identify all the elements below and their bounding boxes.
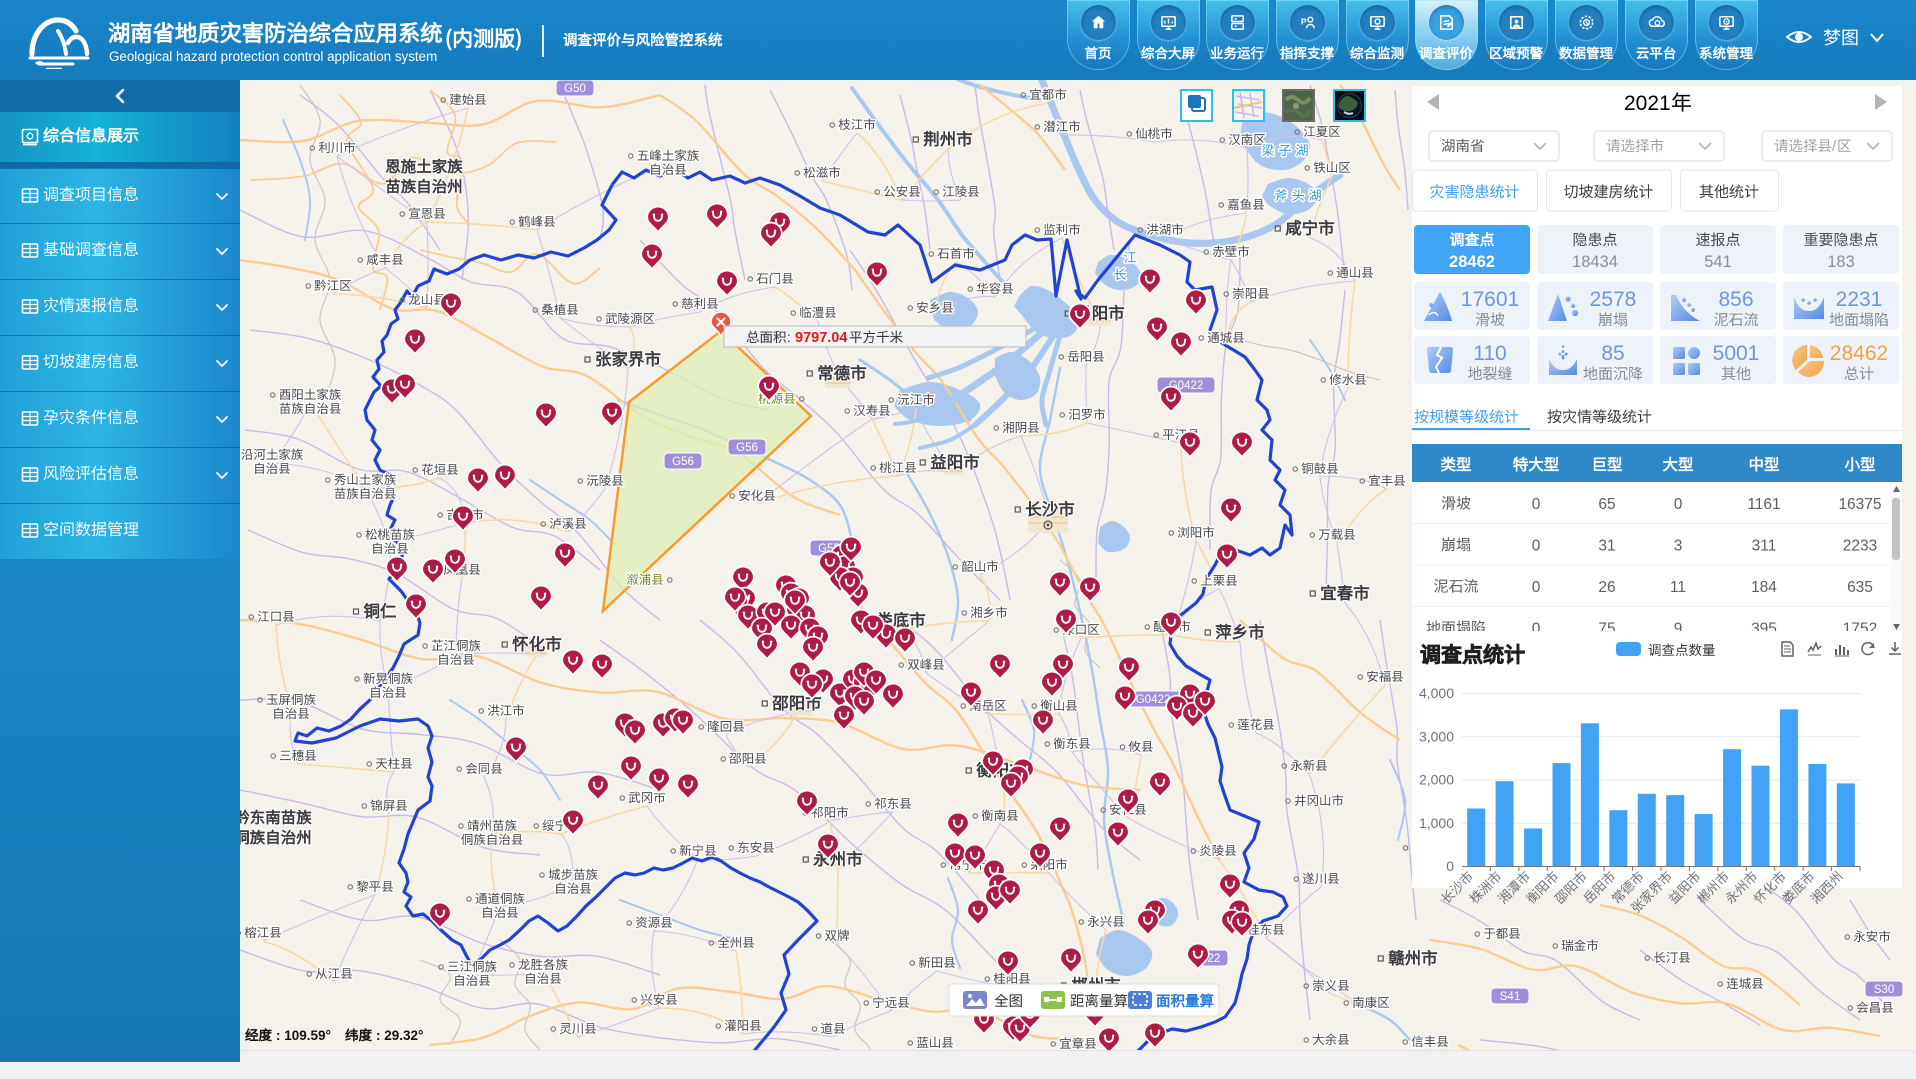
svg-text:P: P xyxy=(1301,16,1307,26)
svg-text:S30: S30 xyxy=(1874,984,1894,996)
svg-text:183: 183 xyxy=(1827,253,1855,271)
svg-text:110: 110 xyxy=(1473,342,1506,365)
svg-text:9797.04: 9797.04 xyxy=(795,330,847,346)
svg-text:2231: 2231 xyxy=(1836,288,1883,311)
svg-text:26: 26 xyxy=(1598,579,1615,596)
svg-text:184: 184 xyxy=(1751,579,1777,596)
svg-text:28462: 28462 xyxy=(1830,342,1888,365)
svg-text:311: 311 xyxy=(1752,538,1777,555)
svg-text:16375: 16375 xyxy=(1838,496,1881,513)
svg-text:18434: 18434 xyxy=(1572,253,1618,271)
svg-text:17601: 17601 xyxy=(1461,288,1519,311)
svg-text:0: 0 xyxy=(1446,858,1454,874)
svg-text:856: 856 xyxy=(1718,288,1753,311)
svg-text:5001: 5001 xyxy=(1713,342,1760,365)
svg-text:85: 85 xyxy=(1601,342,1624,365)
svg-text:G56: G56 xyxy=(736,442,758,454)
svg-text:G56: G56 xyxy=(672,456,694,468)
svg-text:31: 31 xyxy=(1598,538,1615,555)
svg-text:65: 65 xyxy=(1598,496,1615,513)
svg-text:0: 0 xyxy=(1674,496,1683,513)
svg-text:635: 635 xyxy=(1847,579,1873,596)
svg-text:G50: G50 xyxy=(564,83,586,95)
svg-text:0: 0 xyxy=(1532,579,1541,596)
svg-text:: 109.59°: : 109.59° xyxy=(276,1028,331,1043)
svg-text:2233: 2233 xyxy=(1843,538,1877,555)
svg-text:2,000: 2,000 xyxy=(1419,772,1454,788)
svg-text:3: 3 xyxy=(1674,538,1683,555)
svg-text::: : xyxy=(787,330,791,345)
svg-text:3,000: 3,000 xyxy=(1419,728,1454,744)
svg-text:1161: 1161 xyxy=(1747,496,1780,513)
svg-text:541: 541 xyxy=(1704,253,1732,271)
svg-text:2578: 2578 xyxy=(1590,288,1637,311)
svg-text:2021: 2021 xyxy=(1624,92,1671,115)
svg-text:11: 11 xyxy=(1670,579,1686,596)
svg-text:: 29.32°: : 29.32° xyxy=(376,1028,423,1043)
svg-text:0: 0 xyxy=(1532,496,1541,513)
svg-text:S41: S41 xyxy=(1500,991,1520,1003)
svg-text:1,000: 1,000 xyxy=(1419,815,1454,831)
svg-text:4,000: 4,000 xyxy=(1419,685,1454,701)
svg-text:G0422: G0422 xyxy=(1136,694,1171,706)
svg-text:0: 0 xyxy=(1532,538,1541,555)
svg-text:28462: 28462 xyxy=(1449,253,1495,271)
svg-text:Geological hazard protection c: Geological hazard protection control app… xyxy=(109,49,437,64)
